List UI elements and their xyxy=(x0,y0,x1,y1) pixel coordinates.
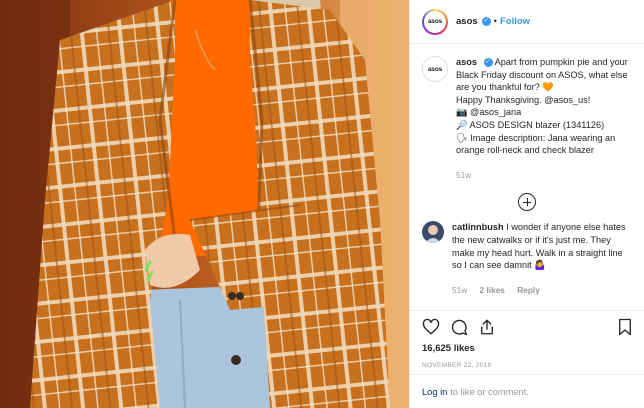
caption-line-5: 🗣 Image description: Jana wearing an ora… xyxy=(456,132,616,156)
bookmark-icon[interactable] xyxy=(617,318,633,336)
separator-dot: • xyxy=(493,16,497,27)
caption-username[interactable]: asos xyxy=(456,57,477,67)
post-header: asos asos ✓ • Follow xyxy=(410,0,644,44)
account-avatar-logo: asos xyxy=(424,10,446,33)
caption-line-4: 🔎 ASOS DESIGN blazer (1341126) xyxy=(456,119,605,130)
commenter-avatar[interactable] xyxy=(422,221,444,244)
comment-time[interactable]: 51w xyxy=(452,285,467,295)
instagram-post: asos asos ✓ • Follow asos asos ✓ Apart f… xyxy=(0,0,644,408)
account-avatar[interactable]: asos xyxy=(422,8,448,35)
caption-line-2: Happy Thanksgiving. @asos_us! xyxy=(456,94,591,105)
caption-time[interactable]: 51w xyxy=(456,170,471,180)
post-photo[interactable] xyxy=(0,0,409,408)
comment-meta: 51w 2 likes Reply xyxy=(452,284,632,297)
photo-illustration xyxy=(0,0,409,408)
share-icon[interactable] xyxy=(478,318,496,336)
account-username[interactable]: asos xyxy=(456,16,478,27)
comments-section[interactable]: asos asos ✓ Apart from pumpkin pie and y… xyxy=(410,44,644,312)
verified-badge-icon: ✓ xyxy=(481,17,491,26)
caption: asos asos ✓ Apart from pumpkin pie and y… xyxy=(422,56,632,181)
engagement-section: 16,625 likes NOVEMBER 22, 2018 xyxy=(410,310,644,369)
plus-circle-icon[interactable] xyxy=(518,193,536,212)
comment-username[interactable]: catlinnbush xyxy=(452,222,504,232)
likes-count[interactable]: 16,625 likes xyxy=(422,343,633,354)
post-date[interactable]: NOVEMBER 22, 2018 xyxy=(422,362,633,369)
caption-meta: 51w xyxy=(456,169,632,182)
comment-likes[interactable]: 2 likes xyxy=(480,285,505,295)
caption-text-block: asos ✓ Apart from pumpkin pie and your B… xyxy=(456,56,632,181)
caption-avatar[interactable]: asos xyxy=(422,56,448,82)
caption-line-3: 📷 @asos_jana xyxy=(456,107,522,118)
load-more-comments[interactable] xyxy=(422,193,632,212)
login-prompt: Log in to like or comment. xyxy=(410,374,644,408)
follow-button[interactable]: Follow xyxy=(500,16,530,27)
heart-icon[interactable] xyxy=(422,318,440,336)
verified-badge-icon: ✓ xyxy=(483,58,493,68)
post-side-panel: asos asos ✓ • Follow asos asos ✓ Apart f… xyxy=(409,0,644,408)
login-prompt-text: to like or comment. xyxy=(450,386,529,397)
comment-item: catlinnbush I wonder if anyone else hate… xyxy=(422,221,632,296)
login-link[interactable]: Log in xyxy=(422,387,447,397)
action-bar xyxy=(422,311,633,343)
comment-icon[interactable] xyxy=(450,318,468,336)
comment-text-block: catlinnbush I wonder if anyone else hate… xyxy=(452,221,632,296)
caption-line-1: Apart from pumpkin pie and your Black Fr… xyxy=(456,57,628,93)
reply-button[interactable]: Reply xyxy=(517,285,540,295)
